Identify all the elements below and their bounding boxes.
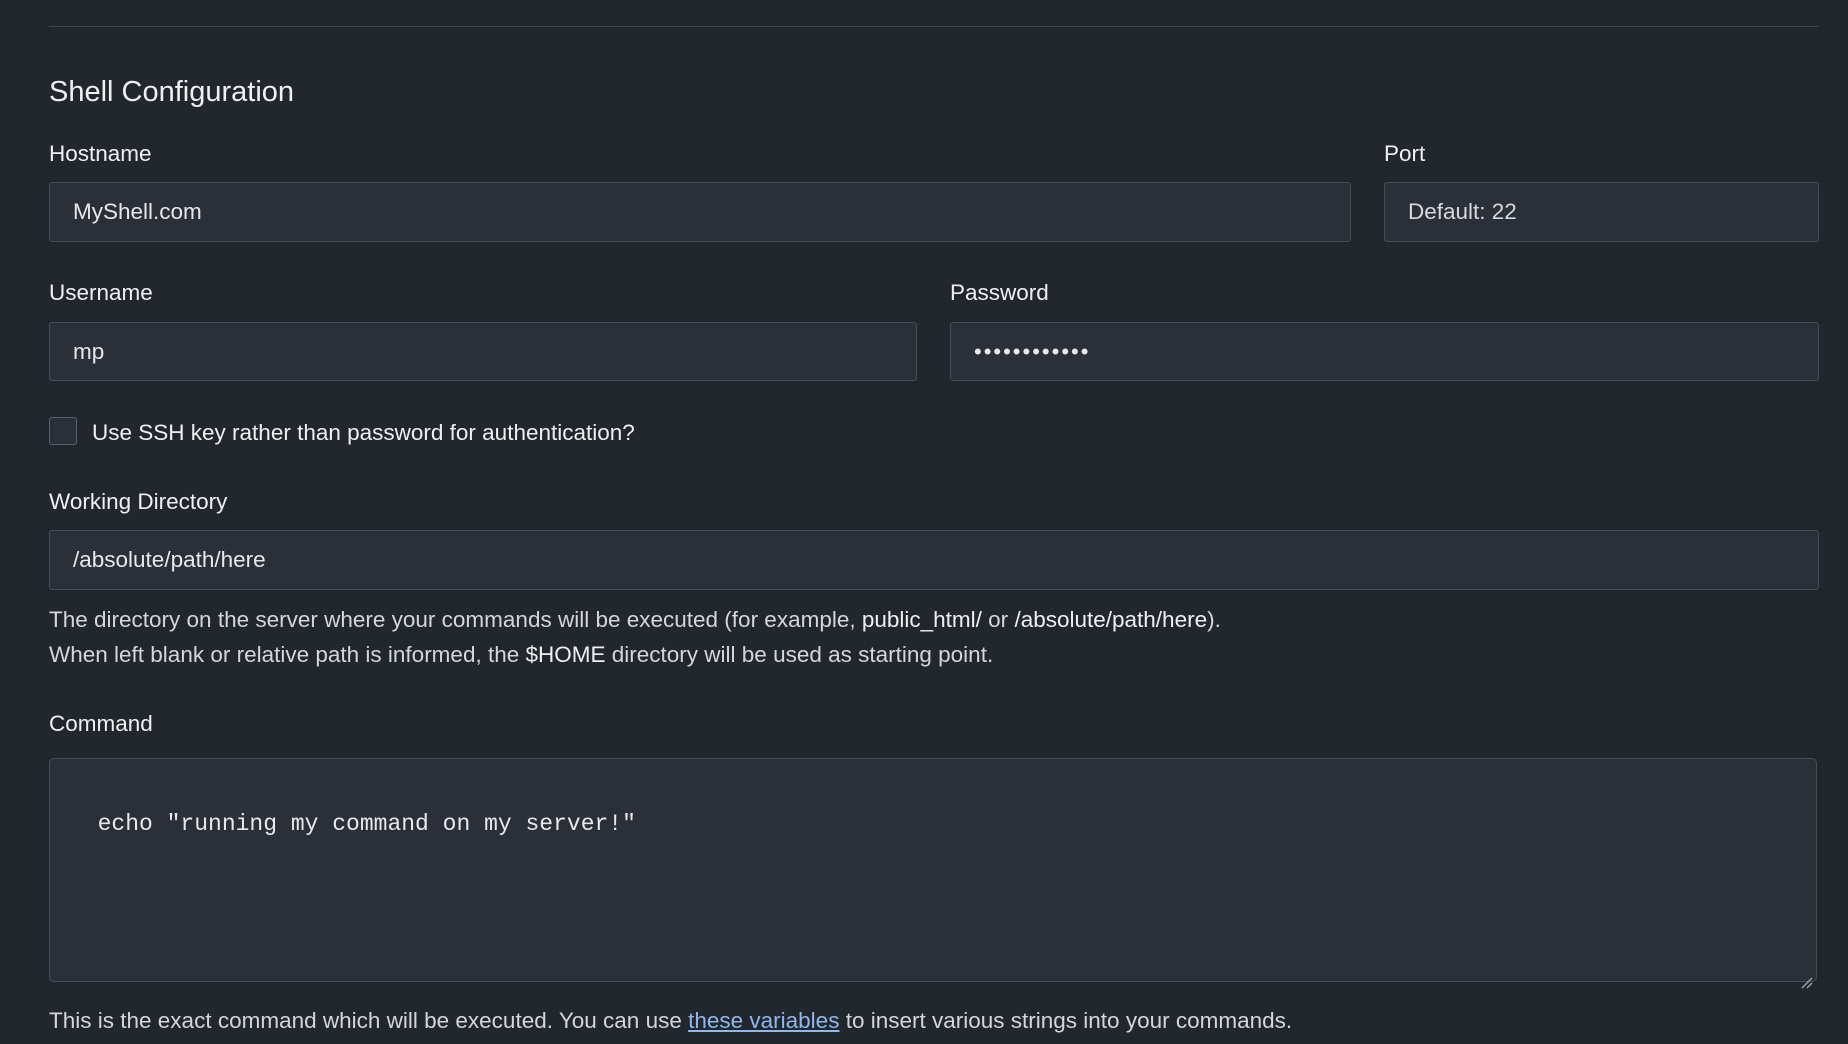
example-absolute-path: /absolute/path/here <box>1014 607 1208 632</box>
variables-link[interactable]: these variables <box>688 1008 839 1033</box>
username-label: Username <box>49 280 153 305</box>
command-label: Command <box>49 711 153 736</box>
port-input[interactable]: Default: 22 <box>1384 182 1819 242</box>
username-value: mp <box>73 338 105 364</box>
username-input[interactable]: mp <box>49 322 917 381</box>
home-variable: $HOME <box>525 642 606 667</box>
ssh-key-checkbox-label[interactable]: Use SSH key rather than password for aut… <box>92 419 635 447</box>
working-directory-input[interactable]: /absolute/path/here <box>49 530 1819 590</box>
password-input[interactable]: •••••••••••• <box>950 322 1819 381</box>
password-masked-value: •••••••••••• <box>974 338 1091 364</box>
section-title: Shell Configuration <box>49 76 295 108</box>
working-directory-value: /absolute/path/here <box>73 547 266 572</box>
command-textarea[interactable]: echo "running my command on my server!" <box>49 758 1817 989</box>
ssh-key-checkbox[interactable] <box>49 417 77 445</box>
password-label: Password <box>950 280 1049 305</box>
section-divider <box>49 26 1819 27</box>
port-label: Port <box>1384 141 1426 166</box>
working-directory-label: Working Directory <box>49 489 228 514</box>
working-directory-help-line-2: When left blank or relative path is info… <box>49 642 994 667</box>
working-directory-help-line-1: The directory on the server where your c… <box>49 607 1221 632</box>
command-value: echo "running my command on my server!" <box>97 811 636 837</box>
hostname-input[interactable]: MyShell.com <box>49 182 1351 242</box>
example-relative-path: public_html/ <box>861 607 982 632</box>
hostname-label: Hostname <box>49 141 152 166</box>
resize-handle-icon[interactable] <box>1799 975 1813 989</box>
command-help-text: This is the exact command which will be … <box>49 1008 1293 1033</box>
hostname-value: MyShell.com <box>73 199 202 224</box>
port-placeholder: Default: 22 <box>1408 199 1517 224</box>
